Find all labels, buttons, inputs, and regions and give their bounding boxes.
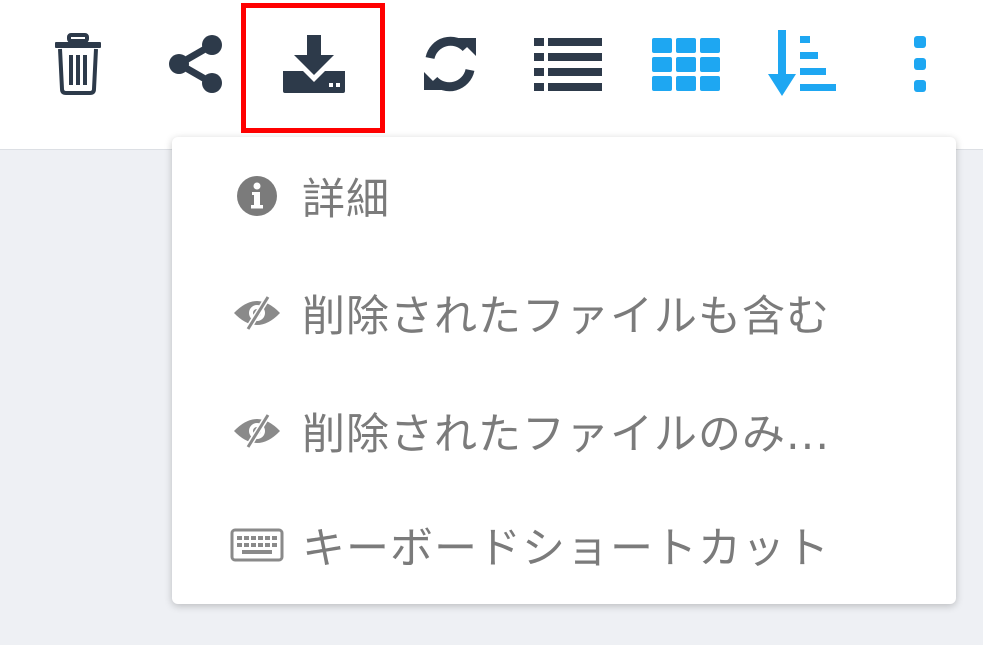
sort-icon xyxy=(768,30,836,96)
download-button[interactable] xyxy=(278,28,350,100)
share-button[interactable] xyxy=(160,28,232,100)
refresh-icon xyxy=(424,36,476,92)
menu-item-include-deleted[interactable]: 削除されたファイルも含む xyxy=(172,268,956,358)
grid-icon xyxy=(652,38,720,91)
more-options-button[interactable] xyxy=(884,28,956,100)
menu-item-keyboard-shortcuts[interactable]: キーボードショートカット xyxy=(172,500,956,590)
menu-item-label: 削除されたファイルも含む xyxy=(302,292,830,342)
more-vertical-icon xyxy=(914,36,926,92)
refresh-button[interactable] xyxy=(414,28,486,100)
dropdown-menu: 詳細 削除されたファイルも含む 削除されたファイルのみ... キーボードショート… xyxy=(172,137,956,604)
menu-item-label: 削除されたファイルのみ... xyxy=(302,410,831,460)
download-icon xyxy=(283,35,345,93)
keyboard-icon xyxy=(230,525,284,565)
grid-view-button[interactable] xyxy=(650,28,722,100)
eye-slash-icon xyxy=(230,411,284,451)
eye-slash-icon xyxy=(230,293,284,333)
list-view-button[interactable] xyxy=(532,28,604,100)
list-icon xyxy=(534,38,602,91)
sort-button[interactable] xyxy=(768,28,840,100)
menu-item-label: キーボードショートカット xyxy=(302,524,830,574)
info-icon xyxy=(230,176,284,216)
toolbar xyxy=(0,0,983,150)
menu-item-details[interactable]: 詳細 xyxy=(172,151,956,241)
menu-item-deleted-only[interactable]: 削除されたファイルのみ... xyxy=(172,386,956,476)
share-icon xyxy=(169,35,222,93)
delete-button[interactable] xyxy=(42,28,114,100)
menu-item-label: 詳細 xyxy=(302,175,390,225)
trash-icon xyxy=(55,33,101,95)
